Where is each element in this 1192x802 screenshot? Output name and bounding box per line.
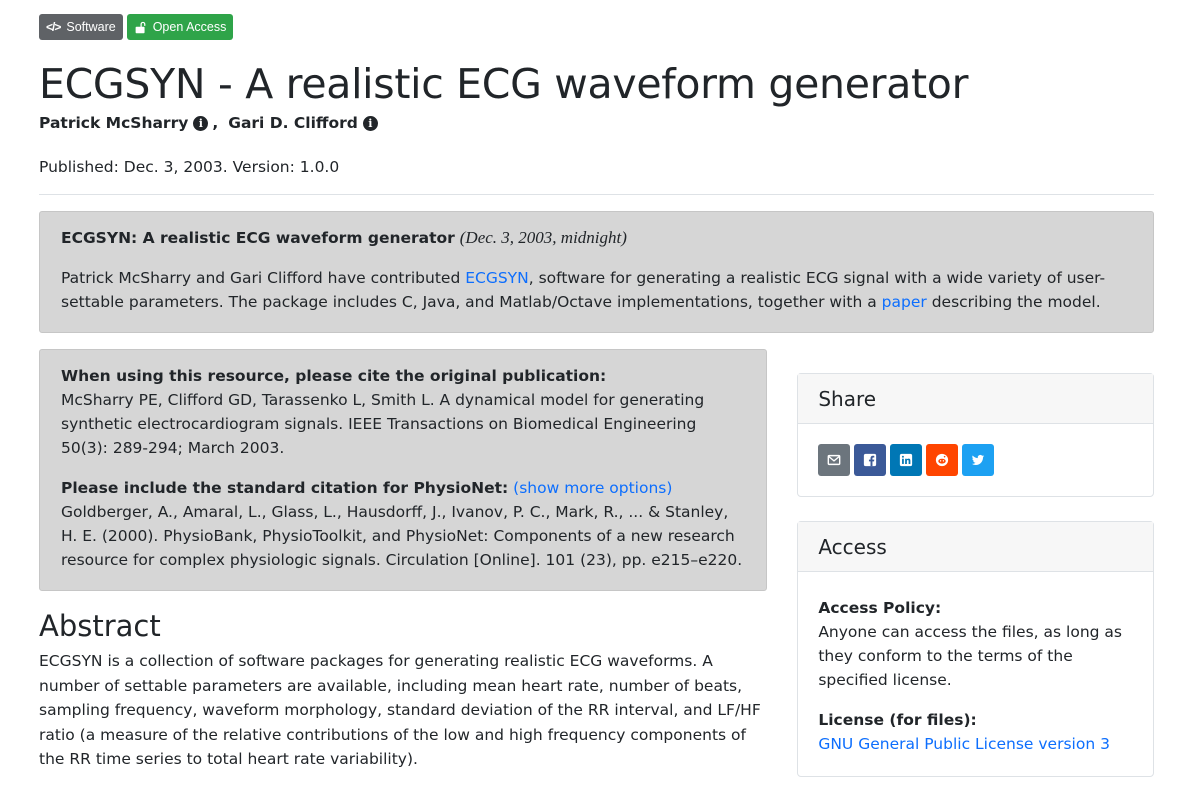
sidebar: Share Access Access Policy: Anyone can a…: [797, 349, 1154, 777]
share-email-button[interactable]: [818, 444, 851, 476]
access-card: Access Access Policy: Anyone can access …: [797, 521, 1154, 777]
license-label: License (for files):: [818, 711, 977, 729]
author-item[interactable]: Gari D. Clifford i: [228, 114, 378, 132]
page-title: ECGSYN - A realistic ECG waveform genera…: [39, 60, 969, 108]
badge-row: </> Software Open Access: [39, 14, 1154, 40]
main-column: When using this resource, please cite th…: [39, 349, 768, 777]
license-link[interactable]: GNU General Public License version 3: [818, 735, 1110, 753]
citation-original-text: McSharry PE, Clifford GD, Tarassenko L, …: [61, 391, 705, 457]
share-twitter-button[interactable]: [962, 444, 995, 476]
author-separator: ,: [212, 114, 219, 132]
reddit-icon: [936, 453, 949, 467]
abstract-text: ECGSYN is a collection of software packa…: [39, 652, 761, 768]
unlock-icon: [134, 21, 147, 34]
citation-standard-text: Goldberger, A., Amaral, L., Glass, L., H…: [61, 503, 743, 569]
info-icon[interactable]: i: [193, 115, 209, 131]
citation-original-heading: When using this resource, please cite th…: [61, 367, 607, 385]
page: </> Software Open Access ECGSYN - A real…: [0, 0, 1192, 802]
share-card: Share: [797, 373, 1154, 497]
email-icon: [827, 454, 841, 466]
ecgsyn-link[interactable]: ECGSYN: [465, 269, 529, 287]
abstract-heading: Abstract: [39, 609, 161, 643]
author-item[interactable]: Patrick McSharry i: [39, 114, 209, 132]
news-date: (Dec. 3, 2003, midnight): [459, 228, 627, 247]
open-access-badge-label: Open Access: [152, 20, 227, 34]
access-card-header: Access: [798, 522, 1153, 572]
news-heading: ECGSYN: A realistic ECG waveform generat…: [61, 229, 455, 247]
news-body: Patrick McSharry and Gari Clifford have …: [61, 266, 1133, 314]
author-name[interactable]: Patrick McSharry: [39, 114, 188, 132]
access-card-body: Access Policy: Anyone can access the fil…: [798, 572, 1153, 776]
share-reddit-button[interactable]: [926, 444, 959, 476]
paper-link[interactable]: paper: [882, 293, 927, 311]
news-heading-row: ECGSYN: A realistic ECG waveform generat…: [61, 226, 1133, 250]
access-policy-text: Anyone can access the files, as long as …: [818, 623, 1122, 689]
share-card-header: Share: [798, 374, 1153, 424]
software-badge[interactable]: </> Software: [39, 14, 123, 40]
author-name[interactable]: Gari D. Clifford: [228, 114, 358, 132]
show-more-options-link[interactable]: (show more options): [513, 479, 672, 497]
published-info: Published: Dec. 3, 2003. Version: 1.0.0: [39, 158, 340, 176]
citation-panel: When using this resource, please cite th…: [39, 349, 768, 591]
share-linkedin-button[interactable]: [890, 444, 923, 476]
access-policy-label: Access Policy:: [818, 599, 942, 617]
share-facebook-button[interactable]: [854, 444, 887, 476]
news-text: describing the model.: [926, 293, 1101, 311]
code-icon: </>: [46, 20, 61, 34]
open-access-badge[interactable]: Open Access: [126, 14, 234, 40]
content-columns: When using this resource, please cite th…: [39, 349, 1154, 777]
news-text: Patrick McSharry and Gari Clifford have …: [61, 269, 466, 287]
author-list: Patrick McSharry i , Gari D. Clifford i: [39, 114, 1154, 132]
divider: [39, 194, 1154, 195]
linkedin-icon: [900, 453, 913, 467]
info-icon[interactable]: i: [362, 115, 378, 131]
news-panel: ECGSYN: A realistic ECG waveform generat…: [39, 211, 1154, 333]
share-buttons: [798, 424, 1153, 496]
facebook-icon: [864, 453, 877, 467]
software-badge-label: Software: [66, 20, 116, 34]
citation-standard-heading: Please include the standard citation for…: [61, 479, 509, 497]
twitter-icon: [972, 454, 985, 465]
